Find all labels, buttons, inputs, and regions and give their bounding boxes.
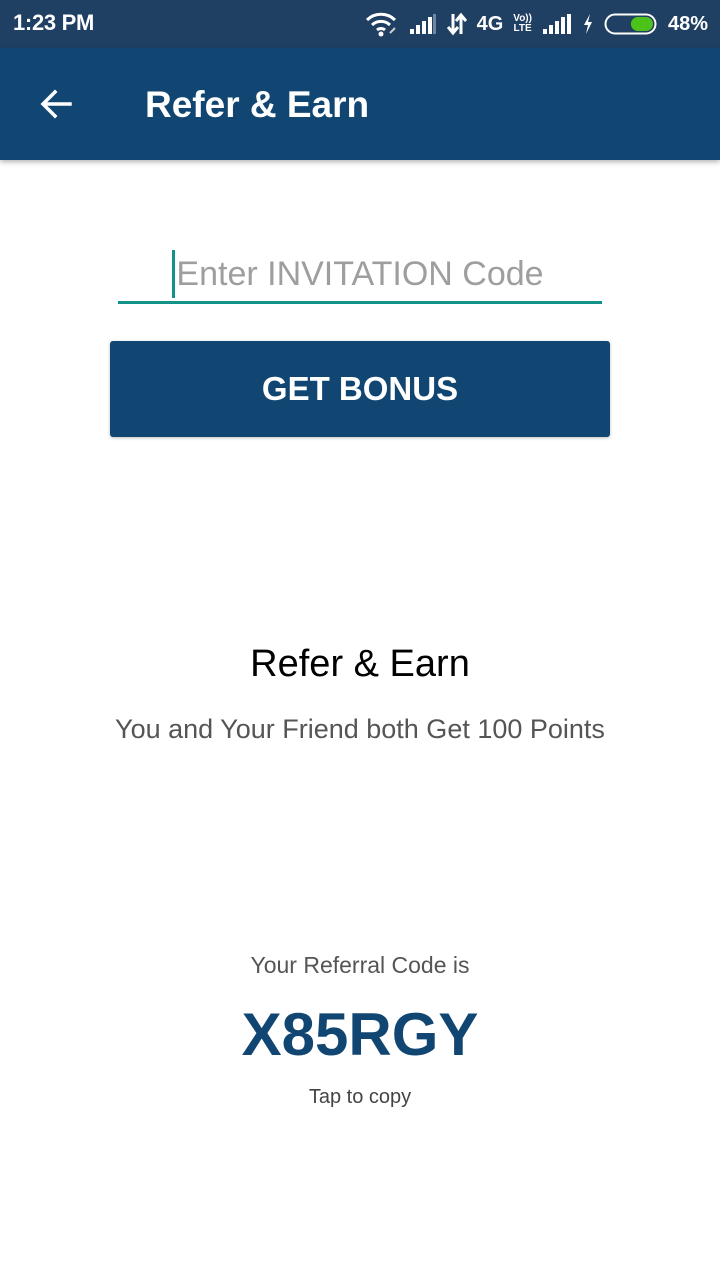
tap-to-copy-hint[interactable]: Tap to copy [0,1086,720,1109]
network-type: 4G [476,12,504,35]
signal-icon [542,13,572,35]
battery-percent: 48% [667,12,708,35]
info-title: Refer & Earn [250,643,470,685]
app-bar: Refer & Earn [0,48,720,160]
get-bonus-button[interactable]: GET BONUS [110,341,610,437]
wifi-icon [365,11,399,37]
info-subtitle: You and Your Friend both Get 100 Points [115,714,605,744]
volte-bottom: LTE [513,23,532,34]
status-time: 1:23 PM [13,10,95,35]
referral-code-label: Your Referral Code is [250,952,470,978]
battery-icon [604,12,658,36]
data-arrows-icon [446,12,467,36]
text-cursor [172,250,175,298]
signal-icon [409,13,437,35]
volte-icon: Vo)) LTE [513,14,532,34]
back-button[interactable] [30,80,82,132]
arrow-left-icon [38,86,74,127]
battery-fill [630,17,653,31]
invitation-code-field[interactable] [118,248,602,308]
charging-icon [582,13,594,35]
referral-code[interactable]: X85RGY [0,1000,720,1069]
status-icons: 4G Vo)) LTE 48% [365,9,708,39]
status-bar: 1:23 PM 4G Vo)) LTE 48% [0,0,720,48]
page-title: Refer & Earn [145,84,370,125]
invitation-code-input[interactable] [118,248,602,304]
